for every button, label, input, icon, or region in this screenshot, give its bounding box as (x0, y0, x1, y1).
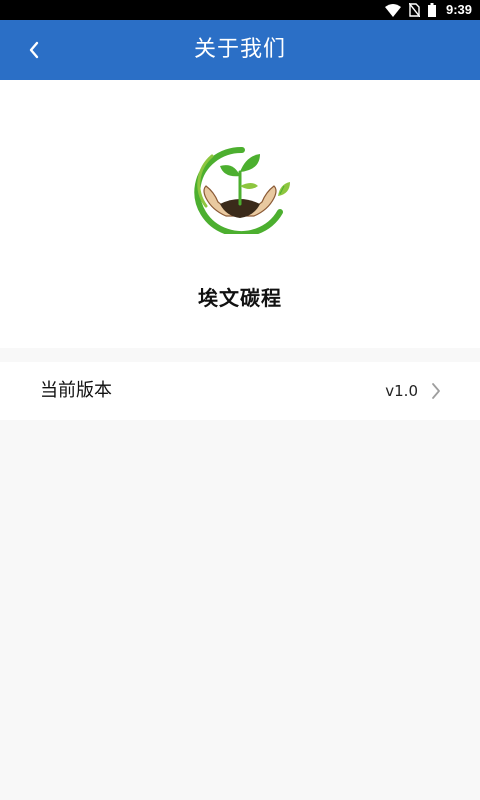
page-title: 关于我们 (193, 37, 286, 62)
battery-icon (428, 3, 436, 17)
chevron-left-icon (29, 41, 39, 59)
status-time: 9:39 (445, 2, 472, 17)
version-value: v1.0 (385, 382, 418, 400)
status-icons (385, 3, 436, 17)
seedling-in-hands-logo (194, 146, 290, 234)
current-version-row[interactable]: 当前版本 v1.0 (0, 362, 480, 420)
wifi-icon (385, 3, 401, 17)
status-bar: 9:39 (0, 0, 480, 20)
version-label: 当前版本 (40, 380, 112, 401)
about-header: 埃文碳程 (0, 80, 480, 348)
chevron-right-icon (432, 383, 440, 399)
no-sim-icon (409, 3, 420, 17)
app-name: 埃文碳程 (198, 286, 282, 310)
app-bar: 关于我们 (0, 20, 480, 80)
back-button[interactable] (16, 32, 52, 68)
